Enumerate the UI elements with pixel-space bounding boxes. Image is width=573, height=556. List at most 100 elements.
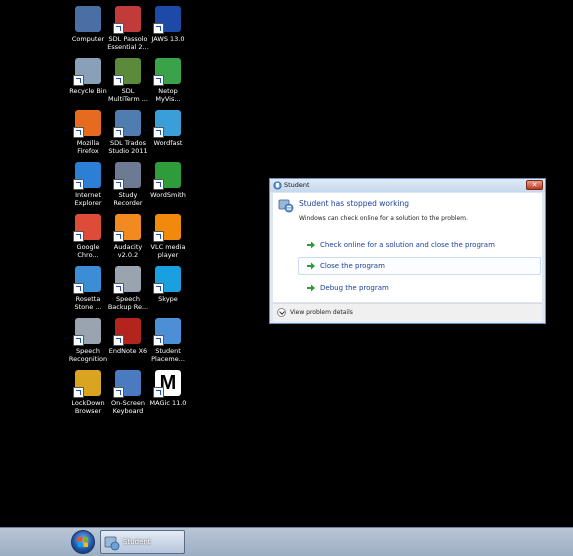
desktop-icon[interactable]: Speech Recognition [66,318,110,363]
microphone-icon [73,318,101,346]
desktop-icon[interactable]: Study Recorder [106,162,150,207]
desktop-icon-label: Computer [71,35,105,43]
desktop-icon-label: Skype [158,295,178,303]
windows-logo-icon [78,537,88,547]
desktop-icon-label: SDL Trados Studio 2011 [108,139,148,155]
desktop-icon-label: Netop MyVis... [155,87,181,103]
student-placement-icon [153,318,181,346]
dialog-title: Student [284,181,310,189]
desktop-icon-label: On-Screen Keyboard [111,399,145,415]
desktop-icon[interactable]: JAWS 13.0 [146,6,190,43]
desktop-icon-label: Rosetta Stone ... [74,295,102,311]
shortcut-arrow-icon [153,127,164,138]
internet-explorer-icon [73,162,101,190]
shortcut-arrow-icon [153,23,164,34]
desktop-icon[interactable]: Speech Backup Re... [106,266,150,311]
shortcut-arrow-icon [113,23,124,34]
app-error-icon [278,199,294,213]
shortcut-arrow-icon [113,179,124,190]
error-dialog: Student ✕ Student has stopped working Wi… [269,178,546,324]
desktop-icon-label: Google Chro... [76,243,100,259]
desktop-icon[interactable]: Wordfast [146,110,190,147]
desktop-icon-label: SDL Passolo Essential 2... [107,35,149,51]
close-button[interactable]: ✕ [526,180,543,190]
shortcut-arrow-icon [73,127,84,138]
shortcut-arrow-icon [153,75,164,86]
desktop-icon[interactable]: LockDown Browser [66,370,110,415]
shortcut-arrow-icon [113,335,124,346]
desktop-icon-label: WordSmith [150,191,186,199]
skype-icon [153,266,181,294]
taskbar-item-label: Student [123,538,151,546]
magic-icon: M [153,370,181,398]
taskbar-item-student[interactable]: Student [100,530,185,554]
option-label: Close the program [320,262,385,270]
desktop-icon[interactable]: Computer [66,6,110,43]
desktop-icon[interactable]: Google Chro... [66,214,110,259]
dialog-titlebar[interactable]: Student ✕ [270,179,545,192]
shortcut-arrow-icon [113,127,124,138]
view-problem-details-label[interactable]: View problem details [290,308,353,317]
desktop-icon[interactable]: M MAGic 11.0 [146,370,190,407]
study-recorder-icon [113,162,141,190]
desktop-icon-label: MAGic 11.0 [149,399,187,407]
desktop-icon-label: SDL MultiTerm ... [108,87,148,103]
arrow-right-icon [307,262,315,270]
desktop-icon-label: Speech Recognition [68,347,108,363]
shortcut-arrow-icon [153,179,164,190]
sdl-passolo-icon [113,6,141,34]
shortcut-arrow-icon [73,283,84,294]
desktop-icon[interactable]: SDL Trados Studio 2011 [106,110,150,155]
microphone-icon [113,266,141,294]
shortcut-arrow-icon [113,75,124,86]
desktop-icon[interactable]: Student Placeme... [146,318,190,363]
desktop-icon-label: Wordfast [153,139,183,147]
shortcut-arrow-icon [73,387,84,398]
desktop-icon[interactable]: Skype [146,266,190,303]
desktop-icon[interactable]: EndNote X6 [106,318,150,355]
arrow-right-icon [307,284,315,292]
shortcut-arrow-icon [153,231,164,242]
check-online-option[interactable]: Check online for a solution and close th… [298,236,541,254]
desktop-icon[interactable]: On-Screen Keyboard [106,370,150,415]
sub-text: Windows can check online for a solution … [299,215,468,222]
desktop-icon[interactable]: SDL Passolo Essential 2... [106,6,150,51]
desktop-icon[interactable]: WordSmith [146,162,190,199]
jaws-icon [153,6,181,34]
arrow-right-icon [307,241,315,249]
recycle-bin-icon [73,58,101,86]
desktop-icon[interactable]: Mozilla Firefox [66,110,110,155]
desktop-icon[interactable]: Audacity v2.0.2 [106,214,150,259]
desktop-icon-label: LockDown Browser [71,399,105,415]
desktop-icon[interactable]: SDL MultiTerm ... [106,58,150,103]
sdl-trados-icon [113,110,141,138]
desktop-icon-label: Recycle Bin [69,87,107,95]
expand-details-button[interactable] [277,308,286,317]
desktop-icon-label: EndNote X6 [108,347,148,355]
close-program-option[interactable]: Close the program [298,257,541,275]
desktop-icon-label: Audacity v2.0.2 [113,243,143,259]
desktop-icon-label: Student Placeme... [151,347,185,363]
lockdown-browser-icon [73,370,101,398]
netop-icon [153,58,181,86]
desktop-icon[interactable]: Internet Explorer [66,162,110,207]
shortcut-arrow-icon [113,283,124,294]
vlc-icon [153,214,181,242]
desktop-icon-label: Mozilla Firefox [76,139,100,155]
debug-program-option[interactable]: Debug the program [298,279,541,297]
firefox-icon [73,110,101,138]
desktop-icon[interactable]: Rosetta Stone ... [66,266,110,311]
desktop-icon[interactable]: Recycle Bin [66,58,110,95]
desktop-icon[interactable]: Netop MyVis... [146,58,190,103]
dialog-content: Student has stopped working Windows can … [273,193,542,302]
start-button[interactable] [71,530,95,554]
desktop-icon[interactable]: VLC media player [146,214,190,259]
student-app-icon [104,536,120,551]
option-label: Debug the program [320,284,389,292]
wordfast-icon [153,110,181,138]
shortcut-arrow-icon [73,335,84,346]
shortcut-arrow-icon [153,335,164,346]
endnote-icon [113,318,141,346]
computer-icon [75,6,101,32]
shortcut-arrow-icon [113,387,124,398]
